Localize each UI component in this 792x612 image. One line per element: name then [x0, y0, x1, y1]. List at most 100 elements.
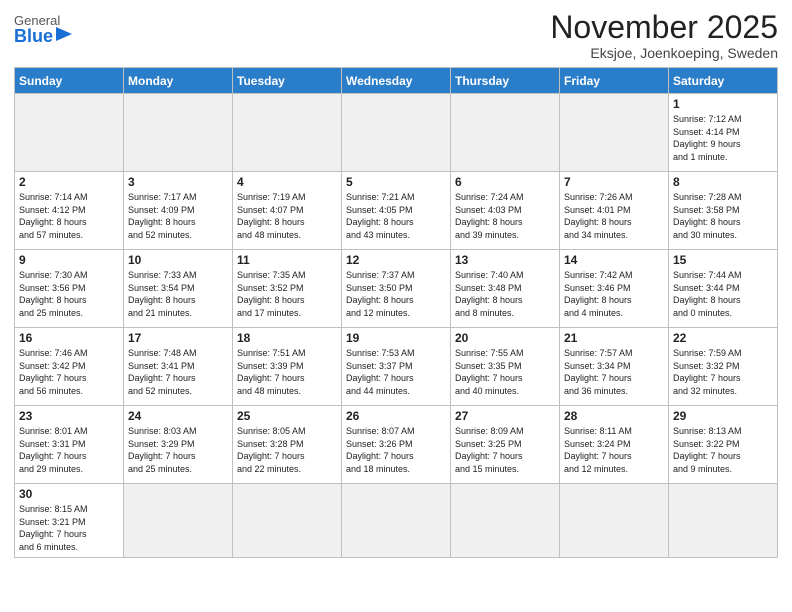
day-info: Sunrise: 8:01 AM Sunset: 3:31 PM Dayligh… — [19, 425, 119, 475]
day-info: Sunrise: 7:30 AM Sunset: 3:56 PM Dayligh… — [19, 269, 119, 319]
calendar-table: Sunday Monday Tuesday Wednesday Thursday… — [14, 67, 778, 557]
table-row — [669, 484, 778, 557]
table-row: 27Sunrise: 8:09 AM Sunset: 3:25 PM Dayli… — [451, 406, 560, 484]
day-number: 14 — [564, 253, 664, 267]
table-row: 18Sunrise: 7:51 AM Sunset: 3:39 PM Dayli… — [233, 328, 342, 406]
table-row: 5 Sunrise: 7:21 AM Sunset: 4:05 PM Daylig… — [342, 172, 451, 250]
table-row: 15Sunrise: 7:44 AM Sunset: 3:44 PM Dayli… — [669, 250, 778, 328]
day-info: Sunrise: 7:33 AM Sunset: 3:54 PM Dayligh… — [128, 269, 228, 319]
table-row — [451, 484, 560, 557]
day-number: 30 — [19, 487, 119, 501]
day-info: Sunrise: 8:15 AM Sunset: 3:21 PM Dayligh… — [19, 503, 119, 553]
col-friday: Friday — [560, 68, 669, 94]
day-info: Sunrise: 7:19 AM Sunset: 4:07 PM Dayligh… — [237, 191, 337, 241]
table-row: 8Sunrise: 7:28 AM Sunset: 3:58 PM Daylig… — [669, 172, 778, 250]
table-row — [124, 94, 233, 172]
col-sunday: Sunday — [15, 68, 124, 94]
day-number: 12 — [346, 253, 446, 267]
day-number: 3 — [128, 175, 228, 189]
day-number: 5 — [346, 175, 446, 189]
day-number: 25 — [237, 409, 337, 423]
col-thursday: Thursday — [451, 68, 560, 94]
day-info: Sunrise: 8:11 AM Sunset: 3:24 PM Dayligh… — [564, 425, 664, 475]
day-info: Sunrise: 7:59 AM Sunset: 3:32 PM Dayligh… — [673, 347, 773, 397]
day-info: Sunrise: 7:57 AM Sunset: 3:34 PM Dayligh… — [564, 347, 664, 397]
day-info: Sunrise: 7:26 AM Sunset: 4:01 PM Dayligh… — [564, 191, 664, 241]
table-row — [342, 94, 451, 172]
day-info: Sunrise: 8:07 AM Sunset: 3:26 PM Dayligh… — [346, 425, 446, 475]
table-row: 3 Sunrise: 7:17 AM Sunset: 4:09 PM Daylig… — [124, 172, 233, 250]
day-number: 21 — [564, 331, 664, 345]
day-info: Sunrise: 7:17 AM Sunset: 4:09 PM Dayligh… — [128, 191, 228, 241]
day-info: Sunrise: 7:37 AM Sunset: 3:50 PM Dayligh… — [346, 269, 446, 319]
table-row: 26 Sunrise: 8:07 AM Sunset: 3:26 PM Dayli… — [342, 406, 451, 484]
calendar-title: November 2025 — [550, 10, 778, 45]
table-row — [451, 94, 560, 172]
day-info: Sunrise: 7:24 AM Sunset: 4:03 PM Dayligh… — [455, 191, 555, 241]
day-number: 22 — [673, 331, 773, 345]
day-info: Sunrise: 7:21 AM Sunset: 4:05 PM Dayligh… — [346, 191, 446, 241]
table-row: 21 Sunrise: 7:57 AM Sunset: 3:34 PM Dayli… — [560, 328, 669, 406]
col-monday: Monday — [124, 68, 233, 94]
table-row: 29Sunrise: 8:13 AM Sunset: 3:22 PM Dayli… — [669, 406, 778, 484]
calendar-header-row: Sunday Monday Tuesday Wednesday Thursday… — [15, 68, 778, 94]
table-row: 20 Sunrise: 7:55 AM Sunset: 3:35 PM Dayli… — [451, 328, 560, 406]
day-info: Sunrise: 8:05 AM Sunset: 3:28 PM Dayligh… — [237, 425, 337, 475]
day-number: 19 — [346, 331, 446, 345]
day-number: 17 — [128, 331, 228, 345]
day-info: Sunrise: 7:48 AM Sunset: 3:41 PM Dayligh… — [128, 347, 228, 397]
header: General Blue November 2025 Eksjoe, Joenk… — [14, 10, 778, 61]
table-row: 4 Sunrise: 7:19 AM Sunset: 4:07 PM Daylig… — [233, 172, 342, 250]
title-area: November 2025 Eksjoe, Joenkoeping, Swede… — [550, 10, 778, 61]
table-row: 2 Sunrise: 7:14 AM Sunset: 4:12 PM Daylig… — [15, 172, 124, 250]
table-row — [233, 94, 342, 172]
day-number: 4 — [237, 175, 337, 189]
table-row: 12 Sunrise: 7:37 AM Sunset: 3:50 PM Dayli… — [342, 250, 451, 328]
table-row: 17 Sunrise: 7:48 AM Sunset: 3:41 PM Dayli… — [124, 328, 233, 406]
table-row: 16 Sunrise: 7:46 AM Sunset: 3:42 PM Dayli… — [15, 328, 124, 406]
day-number: 7 — [564, 175, 664, 189]
day-number: 24 — [128, 409, 228, 423]
table-row: 19 Sunrise: 7:53 AM Sunset: 3:37 PM Dayli… — [342, 328, 451, 406]
table-row: 24Sunrise: 8:03 AM Sunset: 3:29 PM Dayli… — [124, 406, 233, 484]
day-number: 26 — [346, 409, 446, 423]
day-number: 8 — [673, 175, 773, 189]
table-row: 23 Sunrise: 8:01 AM Sunset: 3:31 PM Dayli… — [15, 406, 124, 484]
day-number: 2 — [19, 175, 119, 189]
col-tuesday: Tuesday — [233, 68, 342, 94]
table-row: 11Sunrise: 7:35 AM Sunset: 3:52 PM Dayli… — [233, 250, 342, 328]
day-number: 20 — [455, 331, 555, 345]
day-info: Sunrise: 7:14 AM Sunset: 4:12 PM Dayligh… — [19, 191, 119, 241]
day-number: 1 — [673, 97, 773, 111]
logo: General Blue — [14, 14, 72, 45]
day-info: Sunrise: 8:13 AM Sunset: 3:22 PM Dayligh… — [673, 425, 773, 475]
table-row: 9Sunrise: 7:30 AM Sunset: 3:56 PM Daylig… — [15, 250, 124, 328]
day-info: Sunrise: 7:53 AM Sunset: 3:37 PM Dayligh… — [346, 347, 446, 397]
day-info: Sunrise: 7:51 AM Sunset: 3:39 PM Dayligh… — [237, 347, 337, 397]
table-row — [560, 94, 669, 172]
day-number: 16 — [19, 331, 119, 345]
table-row — [15, 94, 124, 172]
day-number: 27 — [455, 409, 555, 423]
day-number: 15 — [673, 253, 773, 267]
day-number: 13 — [455, 253, 555, 267]
day-info: Sunrise: 7:12 AM Sunset: 4:14 PM Dayligh… — [673, 113, 773, 163]
table-row — [124, 484, 233, 557]
table-row: 14 Sunrise: 7:42 AM Sunset: 3:46 PM Dayli… — [560, 250, 669, 328]
day-info: Sunrise: 7:40 AM Sunset: 3:48 PM Dayligh… — [455, 269, 555, 319]
table-row — [233, 484, 342, 557]
day-number: 6 — [455, 175, 555, 189]
table-row: 10 Sunrise: 7:33 AM Sunset: 3:54 PM Dayli… — [124, 250, 233, 328]
table-row: 1 Sunrise: 7:12 AM Sunset: 4:14 PM Daylig… — [669, 94, 778, 172]
day-number: 10 — [128, 253, 228, 267]
day-info: Sunrise: 7:55 AM Sunset: 3:35 PM Dayligh… — [455, 347, 555, 397]
day-info: Sunrise: 7:42 AM Sunset: 3:46 PM Dayligh… — [564, 269, 664, 319]
table-row: 6 Sunrise: 7:24 AM Sunset: 4:03 PM Daylig… — [451, 172, 560, 250]
day-info: Sunrise: 7:35 AM Sunset: 3:52 PM Dayligh… — [237, 269, 337, 319]
day-info: Sunrise: 7:46 AM Sunset: 3:42 PM Dayligh… — [19, 347, 119, 397]
day-number: 23 — [19, 409, 119, 423]
calendar-subtitle: Eksjoe, Joenkoeping, Sweden — [550, 45, 778, 61]
table-row: 13 Sunrise: 7:40 AM Sunset: 3:48 PM Dayli… — [451, 250, 560, 328]
table-row: 22 Sunrise: 7:59 AM Sunset: 3:32 PM Dayli… — [669, 328, 778, 406]
day-number: 28 — [564, 409, 664, 423]
